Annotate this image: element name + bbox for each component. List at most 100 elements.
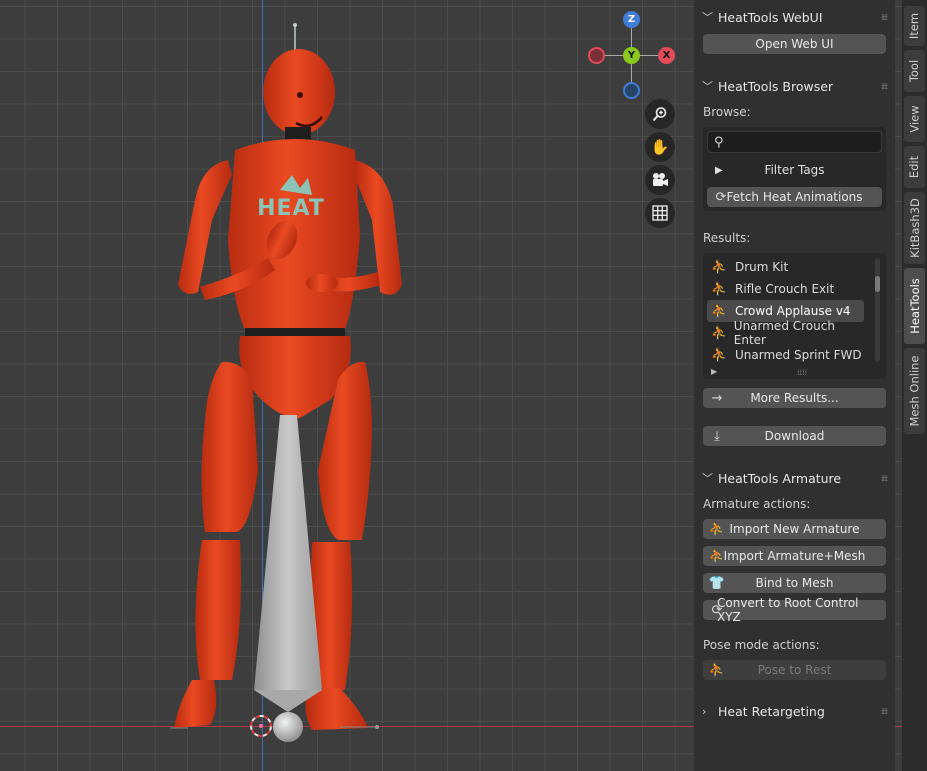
gizmo-x-axis[interactable]: X (658, 47, 675, 64)
pose-mode-actions-label: Pose mode actions: (703, 638, 820, 652)
chevron-down-icon: ﹀ (702, 11, 713, 24)
import-armature-mesh-button[interactable]: ⛹ Import Armature+Mesh (703, 546, 886, 566)
button-label: Import Armature+Mesh (723, 549, 866, 563)
hand-pan-icon[interactable]: ✋ (645, 132, 675, 162)
drag-handle-icon[interactable]: ⁞⁞⁞⁞ (881, 707, 888, 716)
chevron-down-icon: ﹀ (702, 472, 713, 485)
list-item[interactable]: ⛹ Unarmed Sprint FWD (707, 344, 864, 366)
armature-pose-icon: ⛹ (711, 303, 728, 319)
expand-triangle-icon[interactable]: ▶ (711, 367, 717, 376)
results-label: Results: (703, 231, 751, 245)
armature-actions-label: Armature actions: (703, 497, 811, 511)
convert-root-control-button[interactable]: ⟳ Convert to Root Control XYZ (703, 596, 886, 624)
tab-label: KitBash3D (907, 198, 922, 258)
gizmo-negative-x[interactable] (588, 47, 605, 64)
drag-handle-icon[interactable]: ⁞⁞⁞⁞ (881, 13, 888, 22)
tab-label: Tool (907, 59, 922, 83)
armature-pose-icon: ⛹ (711, 281, 728, 297)
retarget-panel: › Heat Retargeting ⁞⁞⁞⁞ (694, 696, 895, 726)
search-icon: ⚲ (714, 134, 724, 150)
search-input[interactable]: ⚲ (707, 131, 882, 153)
gizmo-negative-z[interactable] (623, 82, 640, 99)
sidebar-panel: ﹀ HeatTools WebUI ⁞⁞⁞⁞ Open Web UI ﹀ Hea… (694, 0, 895, 771)
resize-handle-icon[interactable]: ⁞⁞⁞⁞ (797, 368, 807, 377)
webui-panel: ﹀ HeatTools WebUI ⁞⁞⁞⁞ Open Web UI (694, 2, 895, 65)
armature-pose-icon: ⛹ (708, 548, 726, 564)
panel-title: Heat Retargeting (718, 703, 825, 719)
result-label: Unarmed Sprint FWD (735, 348, 862, 362)
list-item[interactable]: ⛹ Rifle Crouch Exit (707, 278, 864, 300)
shirt-icon: 👕 (708, 575, 726, 591)
list-item[interactable]: ⛹ Unarmed Crouch Enter (707, 319, 864, 347)
chevron-down-icon: ﹀ (702, 80, 713, 93)
arrow-right-icon: → (711, 390, 723, 406)
camera-icon[interactable] (645, 165, 675, 195)
result-label: Rifle Crouch Exit (735, 282, 835, 296)
filter-tags-label: Filter Tags (764, 163, 825, 177)
armature-pose-icon: ⛹ (711, 259, 728, 275)
download-label: Download (764, 429, 825, 443)
armature-panel: ﹀ HeatTools Armature ⁞⁞⁞⁞ Armature actio… (694, 463, 895, 690)
webui-panel-header[interactable]: ﹀ HeatTools WebUI ⁞⁞⁞⁞ (694, 2, 895, 32)
tab-label: Edit (907, 155, 922, 179)
tab-label: View (907, 105, 922, 133)
panel-title: HeatTools Armature (718, 470, 842, 486)
filter-tags-toggle[interactable]: ▶ Filter Tags (707, 160, 882, 180)
button-label: Import New Armature (729, 522, 860, 536)
results-list[interactable]: ⛹ Drum Kit ⛹ Rifle Crouch Exit ⛹ Crowd A… (703, 253, 886, 379)
armature-panel-header[interactable]: ﹀ HeatTools Armature ⁞⁞⁞⁞ (694, 463, 895, 493)
button-label: Convert to Root Control XYZ (717, 596, 859, 624)
mannequin-model[interactable]: HEAT (150, 15, 430, 755)
button-label: Bind to Mesh (755, 576, 834, 590)
scrollbar-thumb[interactable] (875, 276, 880, 292)
result-label: Drum Kit (735, 260, 789, 274)
chevron-right-icon: › (702, 704, 707, 718)
browser-panel-header[interactable]: ﹀ HeatTools Browser ⁞⁞⁞⁞ (694, 71, 895, 101)
gizmo-z-axis[interactable]: Z (623, 11, 640, 28)
tab-edit[interactable]: Edit (904, 146, 925, 188)
panel-title: HeatTools WebUI (718, 9, 823, 25)
browse-box: ⚲ ▶ Filter Tags ⟳ Fetch Heat Animations (703, 127, 886, 211)
tab-tool[interactable]: Tool (904, 50, 925, 92)
tab-item[interactable]: Item (904, 6, 925, 46)
tab-label: Mesh Online (907, 355, 922, 427)
svg-text:HEAT: HEAT (257, 196, 325, 221)
tab-kitbash3d[interactable]: KitBash3D (904, 192, 925, 264)
refresh-icon: ⟳ (715, 189, 727, 205)
navigation-gizmo[interactable]: X Z Y (585, 10, 677, 100)
grid-icon[interactable] (645, 198, 675, 228)
armature-pose-icon: ⛹ (711, 347, 728, 363)
tab-heattools[interactable]: HeatTools (904, 268, 925, 344)
results-scrollbar[interactable] (875, 258, 880, 362)
sidebar-tabs: Item Tool View Edit KitBash3D HeatTools … (902, 0, 927, 771)
armature-pose-icon: ⛹ (708, 662, 726, 678)
list-item[interactable]: ⛹ Drum Kit (707, 256, 864, 278)
pose-to-rest-button[interactable]: ⛹ Pose to Rest (703, 660, 886, 680)
fetch-heat-animations-button[interactable]: ⟳ Fetch Heat Animations (707, 187, 882, 207)
import-new-armature-button[interactable]: ⛹ Import New Armature (703, 519, 886, 539)
more-results-button[interactable]: → More Results... (703, 388, 886, 408)
drag-handle-icon[interactable]: ⁞⁞⁞⁞ (881, 82, 888, 91)
open-web-ui-button[interactable]: Open Web UI (703, 34, 886, 54)
browser-panel: ﹀ HeatTools Browser ⁞⁞⁞⁞ Browse: ⚲ ▶ Fil… (694, 71, 895, 457)
result-label: Unarmed Crouch Enter (733, 319, 835, 347)
tab-mesh-online[interactable]: Mesh Online (904, 348, 925, 434)
triangle-right-icon: ▶ (715, 164, 723, 176)
armature-pose-icon: ⛹ (711, 325, 728, 341)
browse-label: Browse: (703, 105, 751, 119)
button-label: Pose to Rest (757, 663, 832, 677)
retarget-panel-header[interactable]: › Heat Retargeting ⁞⁞⁞⁞ (694, 696, 895, 726)
drag-handle-icon[interactable]: ⁞⁞⁞⁞ (881, 474, 888, 483)
refresh-icon: ⟳ (711, 602, 723, 618)
gizmo-y-axis[interactable]: Y (623, 47, 640, 64)
result-label: Crowd Applause v4 (735, 304, 851, 318)
download-button[interactable]: ⤓ Download (703, 426, 886, 446)
tab-label: HeatTools (907, 278, 922, 334)
zoom-icon[interactable] (645, 99, 675, 129)
panel-title: HeatTools Browser (718, 78, 834, 94)
armature-pose-icon: ⛹ (708, 521, 726, 537)
tab-view[interactable]: View (904, 96, 925, 142)
tab-label: Item (907, 12, 922, 40)
more-results-label: More Results... (750, 391, 839, 405)
bind-to-mesh-button[interactable]: 👕 Bind to Mesh (703, 573, 886, 593)
